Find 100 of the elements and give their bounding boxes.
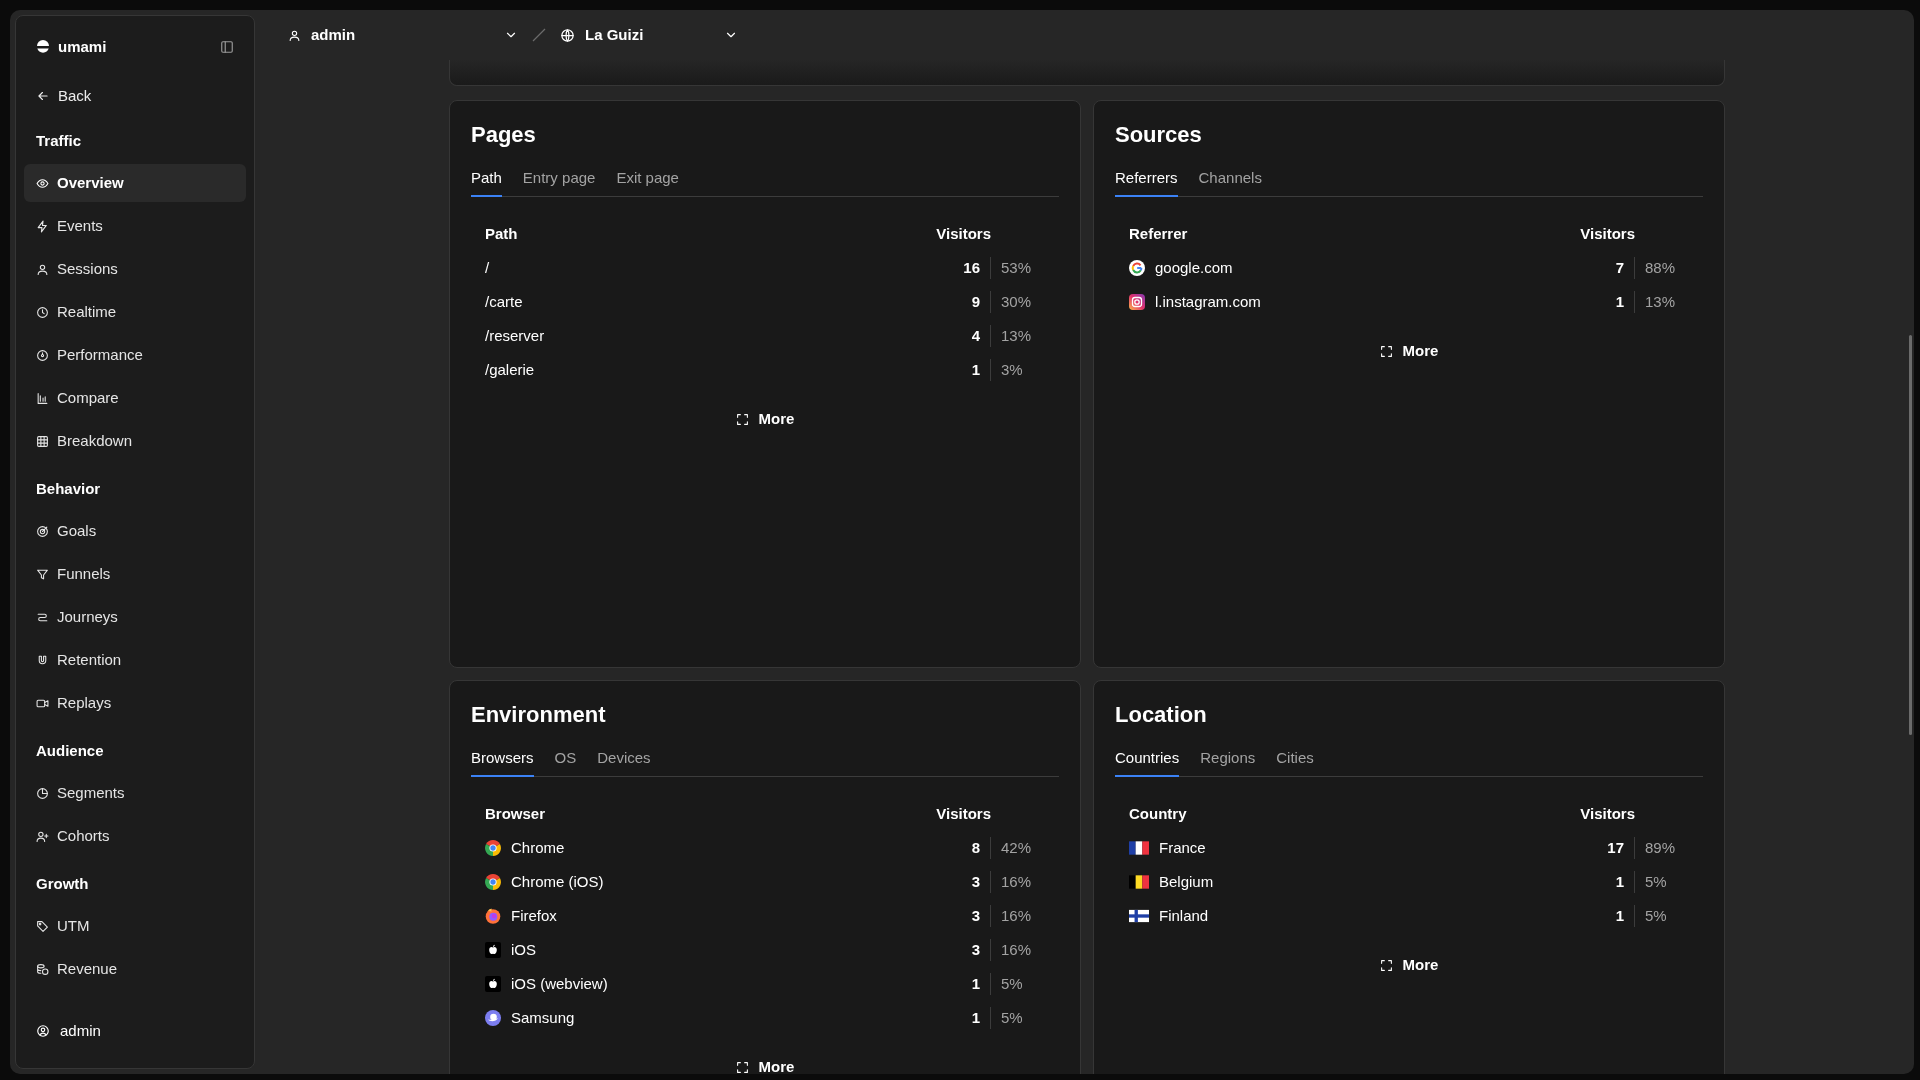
- nav-item[interactable]: Realtime: [24, 293, 246, 331]
- visitor-percent: 13%: [1000, 325, 1033, 346]
- tab[interactable]: Referrers: [1115, 168, 1178, 197]
- tab[interactable]: OS: [554, 748, 577, 777]
- nav-item[interactable]: Overview: [24, 164, 246, 202]
- nav-item[interactable]: Journeys: [24, 598, 246, 636]
- row-label: Samsung: [511, 1007, 575, 1028]
- tab[interactable]: Devices: [597, 748, 651, 777]
- nav-item[interactable]: Events: [24, 207, 246, 245]
- visitor-count: 9: [951, 290, 991, 314]
- nav-item[interactable]: Revenue: [24, 950, 246, 988]
- finland-flag-icon: [1129, 909, 1149, 923]
- coins-icon: [36, 962, 49, 976]
- back-link[interactable]: Back: [24, 77, 246, 115]
- nav-item[interactable]: Retention: [24, 641, 246, 679]
- arrow-left-icon: [36, 89, 50, 103]
- row-label: /reserver: [485, 325, 545, 346]
- row-label: France: [1159, 837, 1206, 858]
- visitor-count: 1: [1595, 290, 1635, 314]
- nav-item[interactable]: Compare: [24, 379, 246, 417]
- google-icon: [1129, 260, 1145, 276]
- visitor-percent: 5%: [1000, 973, 1024, 994]
- nav-item[interactable]: Sessions: [24, 250, 246, 288]
- instagram-icon: [1129, 294, 1145, 310]
- visitor-percent: 16%: [1000, 905, 1033, 926]
- visitor-percent: 88%: [1644, 257, 1677, 278]
- samsung-internet-icon: [485, 1010, 501, 1026]
- france-flag-icon: [1129, 841, 1149, 855]
- nav-item[interactable]: Cohorts: [24, 817, 246, 855]
- more-button[interactable]: More: [725, 403, 805, 435]
- visitor-count: 16: [951, 256, 991, 280]
- apple-icon: [485, 942, 501, 958]
- row-label: iOS: [511, 939, 536, 960]
- column-header: Path: [485, 223, 519, 244]
- clock-icon: [36, 305, 49, 319]
- card-title: Location: [1115, 701, 1208, 729]
- user-icon: [36, 262, 49, 276]
- nav-item[interactable]: Performance: [24, 336, 246, 374]
- magnet-icon: [36, 653, 49, 667]
- bar-chart-icon: [36, 391, 49, 405]
- visitor-count: 4: [951, 324, 991, 348]
- nav-item[interactable]: Breakdown: [24, 422, 246, 460]
- tab[interactable]: Countries: [1115, 748, 1180, 777]
- more-button[interactable]: More: [725, 1051, 805, 1074]
- nav-item[interactable]: Segments: [24, 774, 246, 812]
- eye-icon: [36, 176, 49, 190]
- target-icon: [36, 524, 49, 538]
- firefox-icon: [485, 908, 501, 924]
- visitor-percent: 16%: [1000, 939, 1033, 960]
- expand-icon: [735, 1060, 749, 1074]
- chrome-icon: [485, 874, 501, 890]
- expand-icon: [735, 412, 749, 426]
- tab[interactable]: Entry page: [522, 168, 596, 197]
- visitor-percent: 13%: [1644, 291, 1677, 312]
- website-selector[interactable]: La Guizi: [560, 23, 738, 47]
- visitor-percent: 5%: [1644, 871, 1668, 892]
- row-label: /galerie: [485, 359, 535, 380]
- nav-item[interactable]: Replays: [24, 684, 246, 722]
- table-icon: [36, 434, 49, 448]
- row-label: iOS (webview): [511, 973, 608, 994]
- visitor-percent: 5%: [1644, 905, 1668, 926]
- tab[interactable]: Exit page: [616, 168, 679, 197]
- visitor-count: 3: [951, 904, 991, 928]
- tab[interactable]: Regions: [1200, 748, 1256, 777]
- row-label: Firefox: [511, 905, 557, 926]
- more-button[interactable]: More: [1369, 335, 1449, 367]
- card-title: Environment: [471, 701, 607, 729]
- tab[interactable]: Channels: [1198, 168, 1262, 197]
- app-name: umami: [58, 36, 107, 57]
- nav-item[interactable]: Goals: [24, 512, 246, 550]
- column-header: Country: [1129, 803, 1188, 824]
- tab[interactable]: Path: [471, 168, 502, 197]
- row-label: l.instagram.com: [1155, 291, 1261, 312]
- section-heading: Traffic: [35, 130, 82, 151]
- visitor-percent: 53%: [1000, 257, 1033, 278]
- logo-icon: [36, 40, 50, 54]
- funnel-icon: [36, 567, 49, 581]
- user-selector[interactable]: admin: [288, 23, 518, 47]
- user-plus-icon: [36, 829, 49, 843]
- scrollbar-thumb[interactable]: [1909, 335, 1912, 735]
- visitor-count: 17: [1595, 836, 1635, 860]
- card-title: Sources: [1115, 121, 1203, 149]
- user-menu[interactable]: admin: [24, 1012, 246, 1050]
- card-title: Pages: [471, 121, 537, 149]
- tag-icon: [36, 919, 49, 933]
- column-header: Referrer: [1129, 223, 1189, 244]
- visitor-count: 1: [951, 1006, 991, 1030]
- column-header: Visitors: [1580, 223, 1635, 244]
- sidebar-toggle-icon[interactable]: [220, 40, 234, 54]
- slash-separator-icon: [532, 28, 546, 42]
- visitor-count: 3: [951, 938, 991, 962]
- nav-item[interactable]: Funnels: [24, 555, 246, 593]
- visitor-count: 1: [951, 358, 991, 382]
- nav-item[interactable]: UTM: [24, 907, 246, 945]
- row-label: /carte: [485, 291, 523, 312]
- more-button[interactable]: More: [1369, 949, 1449, 981]
- tab[interactable]: Cities: [1276, 748, 1314, 777]
- tab[interactable]: Browsers: [471, 748, 534, 777]
- globe-icon: [560, 27, 575, 43]
- visitor-percent: 3%: [1000, 359, 1024, 380]
